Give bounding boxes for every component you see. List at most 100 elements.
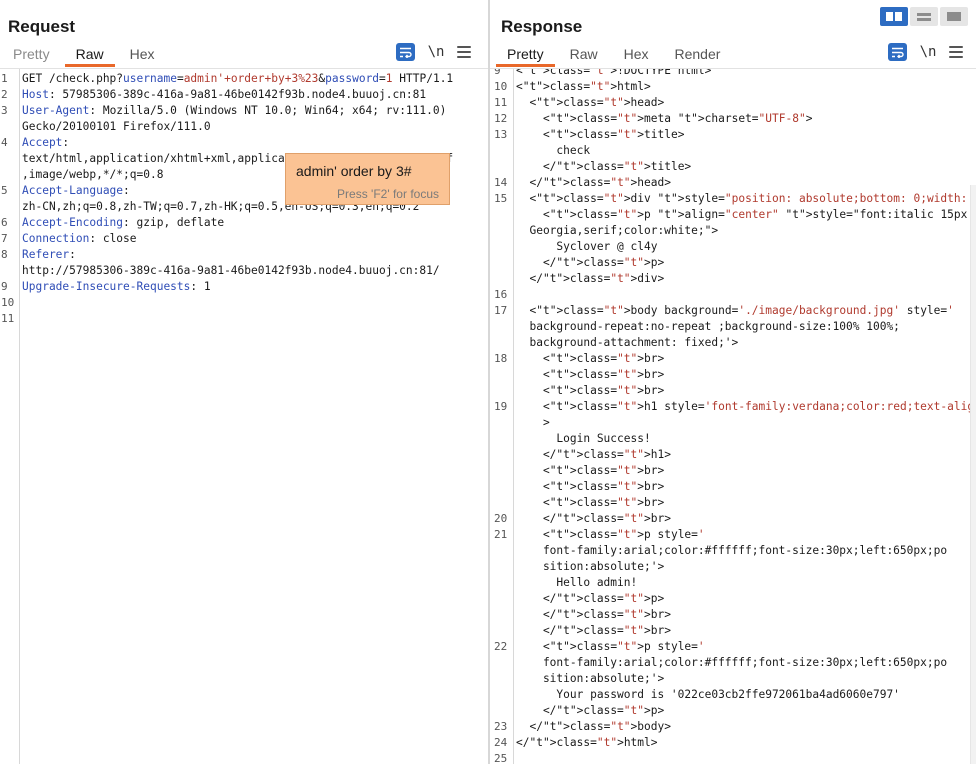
response-line[interactable]: Georgia,serif;color:white;"> [490, 223, 976, 239]
request-line[interactable]: 10 [0, 295, 488, 311]
line-text[interactable]: <"t">class="t">div "t">style="position: … [516, 191, 976, 207]
response-line[interactable]: 17 <"t">class="t">body background='./ima… [490, 303, 976, 319]
line-text[interactable]: Login Success! [516, 431, 650, 447]
response-line[interactable]: 15 <"t">class="t">div "t">style="positio… [490, 191, 976, 207]
response-line[interactable]: 24 </"t">class="t">html> [490, 735, 976, 751]
line-text[interactable]: <"t">class="t">br> [516, 495, 664, 511]
response-line[interactable]: 16 [490, 287, 976, 303]
line-text[interactable]: <"t">class="t">br> [516, 479, 664, 495]
response-line[interactable]: sition:absolute;'> [490, 671, 976, 687]
line-text[interactable]: <"t">class="t">p style=' [516, 639, 705, 655]
line-text[interactable]: Hello admin! [516, 575, 637, 591]
line-text[interactable]: </"t">class="t">head> [516, 175, 671, 191]
response-line[interactable]: sition:absolute;'> [490, 559, 976, 575]
response-line[interactable]: 11 <"t">class="t">head> [490, 95, 976, 111]
response-line[interactable]: 10 <"t">class="t">html> [490, 79, 976, 95]
response-line[interactable]: <"t">class="t">br> [490, 367, 976, 383]
line-text[interactable]: <"t">class="t">br> [516, 463, 664, 479]
response-line[interactable]: <"t">class="t">br> [490, 383, 976, 399]
request-line[interactable]: 1 GET /check.php?username=admin'+order+by… [0, 71, 488, 87]
line-text[interactable]: </"t">class="t">p> [516, 591, 664, 607]
single-layout-icon[interactable] [940, 7, 968, 26]
line-text[interactable]: Upgrade-Insecure-Requests: 1 [22, 279, 211, 295]
line-text[interactable]: <"t">class="t">title> [516, 127, 685, 143]
line-text[interactable]: </"t">class="t">br> [516, 511, 671, 527]
line-text[interactable]: font-family:arial;color:#ffffff;font-siz… [516, 543, 947, 559]
request-line[interactable]: http://57985306-389c-416a-9a81-46be0142f… [0, 263, 488, 279]
response-line[interactable]: 18 <"t">class="t">br> [490, 351, 976, 367]
response-line[interactable]: 25 [490, 751, 976, 764]
line-text[interactable]: </"t">class="t">title> [516, 159, 691, 175]
response-tab-pretty[interactable]: Pretty [494, 45, 557, 67]
stacked-layout-icon[interactable] [910, 7, 938, 26]
line-text[interactable]: </"t">class="t">body> [516, 719, 671, 735]
line-text[interactable]: </"t">class="t">p> [516, 703, 664, 719]
line-text[interactable]: </"t">class="t">br> [516, 623, 671, 639]
line-text[interactable]: check [516, 143, 590, 159]
response-code[interactable]: 9 <"t">class="t">!DOCTYPE html> 10 <"t">cla… [490, 69, 976, 764]
line-text[interactable]: <"t">class="t">br> [516, 351, 664, 367]
response-line[interactable]: 23 </"t">class="t">body> [490, 719, 976, 735]
response-line[interactable]: 22 <"t">class="t">p style=' [490, 639, 976, 655]
line-text[interactable]: <"t">class="t">p style=' [516, 527, 705, 543]
newline-icon[interactable]: \n [427, 44, 445, 60]
response-line[interactable]: <"t">class="t">br> [490, 463, 976, 479]
response-line[interactable]: > [490, 415, 976, 431]
response-line[interactable]: </"t">class="t">p> [490, 703, 976, 719]
request-line[interactable]: 6 Accept-Encoding: gzip, deflate [0, 215, 488, 231]
request-line[interactable]: 2 Host: 57985306-389c-416a-9a81-46be0142f… [0, 87, 488, 103]
response-line[interactable]: </"t">class="t">br> [490, 623, 976, 639]
request-tab-hex[interactable]: Hex [117, 45, 168, 67]
side-by-side-layout-icon[interactable] [880, 7, 908, 26]
line-text[interactable]: sition:absolute;'> [516, 671, 664, 687]
response-line[interactable]: </"t">class="t">title> [490, 159, 976, 175]
request-line[interactable]: 7 Connection: close [0, 231, 488, 247]
response-line[interactable]: <"t">class="t">br> [490, 495, 976, 511]
response-line[interactable]: Login Success! [490, 431, 976, 447]
response-line[interactable]: 20 </"t">class="t">br> [490, 511, 976, 527]
line-text[interactable]: <"t">class="t">meta "t">charset="UTF-8"> [516, 111, 813, 127]
line-text[interactable]: <"t">class="t">body background='./image/… [516, 303, 953, 319]
response-line[interactable]: Your password is '022ce03cb2ffe972061ba4… [490, 687, 976, 703]
line-text[interactable]: > [516, 415, 550, 431]
response-tab-render[interactable]: Render [662, 45, 734, 67]
response-line[interactable]: </"t">class="t">br> [490, 607, 976, 623]
line-text[interactable]: </"t">class="t">br> [516, 607, 671, 623]
line-text[interactable]: GET /check.php?username=admin'+order+by+… [22, 71, 453, 87]
line-text[interactable]: <"t">class="t">head> [516, 95, 664, 111]
line-text[interactable]: <"t">class="t">p "t">align="center" "t">… [516, 207, 967, 223]
newline-icon[interactable]: \n [919, 44, 937, 60]
response-line[interactable]: font-family:arial;color:#ffffff;font-siz… [490, 543, 976, 559]
request-line[interactable]: Gecko/20100101 Firefox/111.0 [0, 119, 488, 135]
response-line[interactable]: background-attachment: fixed;'> [490, 335, 976, 351]
response-tab-hex[interactable]: Hex [611, 45, 662, 67]
response-line[interactable]: 12 <"t">class="t">meta "t">charset="UTF-… [490, 111, 976, 127]
line-text[interactable]: background-repeat:no-repeat ;background-… [516, 319, 899, 335]
response-line[interactable]: Hello admin! [490, 575, 976, 591]
response-line[interactable]: </"t">class="t">p> [490, 255, 976, 271]
response-line[interactable]: check [490, 143, 976, 159]
wrap-icon[interactable] [396, 43, 415, 61]
line-text[interactable]: Accept: [22, 135, 69, 151]
line-text[interactable]: </"t">class="t">p> [516, 255, 664, 271]
menu-icon[interactable] [949, 46, 963, 58]
line-text[interactable]: <"t">class="t">html> [516, 79, 651, 95]
line-text[interactable]: <"t">class="t">h1 style='font-family:ver… [516, 399, 976, 415]
response-line[interactable]: Syclover @ cl4y [490, 239, 976, 255]
response-line[interactable]: </"t">class="t">p> [490, 591, 976, 607]
line-text[interactable]: sition:absolute;'> [516, 559, 664, 575]
line-text[interactable]: Host: 57985306-389c-416a-9a81-46be0142f9… [22, 87, 426, 103]
line-text[interactable]: ,image/webp,*/*;q=0.8 [22, 167, 163, 183]
menu-icon[interactable] [457, 46, 471, 58]
line-text[interactable]: Gecko/20100101 Firefox/111.0 [22, 119, 211, 135]
response-line[interactable]: <"t">class="t">p "t">align="center" "t">… [490, 207, 976, 223]
line-text[interactable]: Accept-Language: [22, 183, 130, 199]
request-line[interactable]: 8 Referer: [0, 247, 488, 263]
response-line[interactable]: font-family:arial;color:#ffffff;font-siz… [490, 655, 976, 671]
response-line[interactable]: 9 <"t">class="t">!DOCTYPE html> [490, 69, 976, 79]
request-tab-raw[interactable]: Raw [63, 45, 117, 67]
response-tab-raw[interactable]: Raw [557, 45, 611, 67]
line-text[interactable]: Your password is '022ce03cb2ffe972061ba4… [516, 687, 900, 703]
response-line[interactable]: 21 <"t">class="t">p style=' [490, 527, 976, 543]
line-text[interactable]: http://57985306-389c-416a-9a81-46be0142f… [22, 263, 440, 279]
